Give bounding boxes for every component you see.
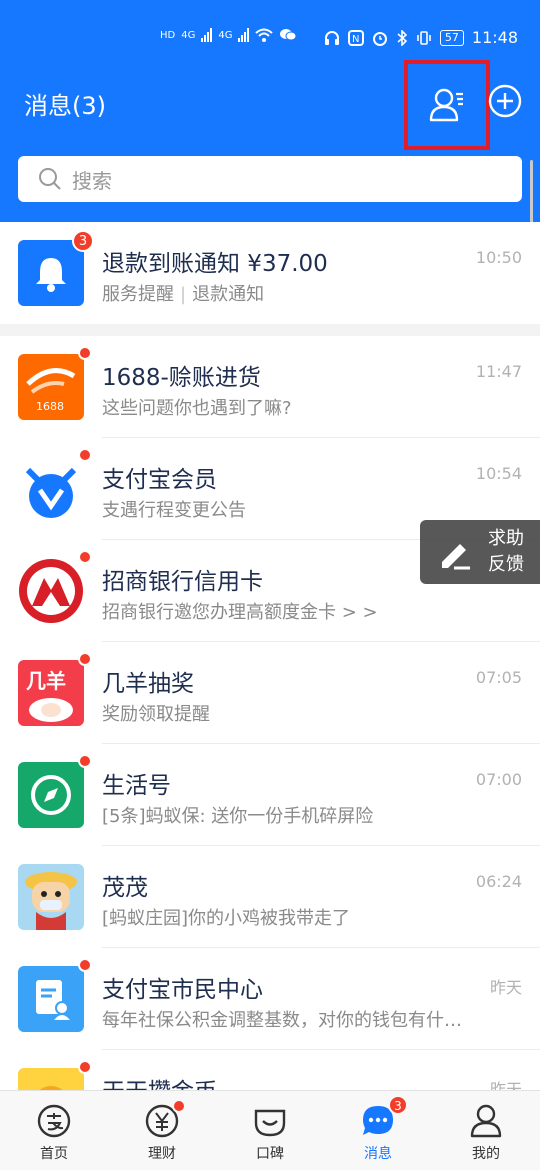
search-input[interactable]: 搜索 bbox=[18, 156, 522, 202]
item-desc: 奖励领取提醒 bbox=[102, 704, 210, 725]
svg-text:N: N bbox=[352, 34, 359, 45]
member-icon bbox=[18, 448, 92, 522]
item-time: 昨天 bbox=[489, 1080, 522, 1090]
unread-badge: 3 bbox=[72, 230, 94, 252]
tab-koubei[interactable]: 口碑 bbox=[216, 1091, 324, 1170]
help-feedback-button[interactable]: 求助 反馈 bbox=[420, 520, 540, 584]
person-icon bbox=[468, 1103, 504, 1139]
search-icon bbox=[39, 168, 61, 190]
item-title: 生活号 bbox=[102, 773, 171, 799]
item-title: 支付宝市民中心 bbox=[102, 977, 263, 1003]
tab-mine[interactable]: 我的 bbox=[432, 1091, 540, 1170]
headphones-icon bbox=[324, 30, 339, 45]
contacts-button[interactable] bbox=[404, 60, 490, 150]
item-desc: 服务提醒 | 退款通知 bbox=[102, 284, 265, 305]
unread-dot bbox=[78, 1060, 92, 1074]
item-desc: [5条]蚂蚁保: 送你一份手机碎屏险 bbox=[102, 806, 374, 827]
list-item[interactable]: 天天攒金币 昨天 bbox=[0, 1050, 540, 1090]
item-time: 11:47 bbox=[475, 362, 522, 381]
plus-circle-icon bbox=[488, 84, 522, 118]
item-desc: 每年社保公积金调整基数，对你的钱包有什… bbox=[102, 1010, 462, 1031]
document-icon bbox=[18, 958, 92, 1032]
add-button[interactable] bbox=[488, 84, 522, 118]
nfc-icon: N bbox=[347, 29, 364, 46]
header-bar: HD 4G 4G N 57 11:48 消息(3) 搜索 bbox=[0, 0, 540, 222]
unread-dot bbox=[78, 958, 92, 972]
item-time: 07:05 bbox=[475, 668, 522, 687]
edit-icon bbox=[442, 544, 470, 570]
unread-dot bbox=[78, 550, 92, 564]
list-item-refund[interactable]: 3 退款到账通知 ¥37.00 服务提醒 | 退款通知 10:50 bbox=[0, 222, 540, 324]
bell-icon: 3 bbox=[18, 230, 94, 306]
message-list: 1688 1688-赊账进货 这些问题你也遇到了嘛? 11:47 支付宝会员 支… bbox=[0, 336, 540, 1090]
bluetooth-icon bbox=[397, 29, 408, 46]
battery-level: 57 bbox=[439, 29, 464, 46]
tab-messages[interactable]: 3 消息 bbox=[324, 1091, 432, 1170]
lte-label: 4G bbox=[181, 29, 196, 41]
bottom-tab-bar: 首页 理财 口碑 3 消息 我的 bbox=[0, 1090, 540, 1170]
item-desc: 这些问题你也遇到了嘛? bbox=[102, 398, 292, 419]
list-item[interactable]: 几羊 几羊抽奖 奖励领取提醒 07:05 bbox=[0, 642, 540, 744]
koubei-icon bbox=[252, 1103, 288, 1139]
svg-text:几羊: 几羊 bbox=[26, 669, 66, 693]
system-status: N 57 11:48 bbox=[324, 28, 518, 47]
list-item[interactable]: 茂茂 [蚂蚁庄园]你的小鸡被我带走了 06:24 bbox=[0, 846, 540, 948]
compass-icon bbox=[18, 754, 92, 828]
list-item[interactable]: 生活号 [5条]蚂蚁保: 送你一份手机碎屏险 07:00 bbox=[0, 744, 540, 846]
chat-icon: 3 bbox=[360, 1095, 408, 1139]
coin-icon bbox=[18, 1060, 92, 1090]
item-title: 1688-赊账进货 bbox=[102, 365, 261, 391]
unread-dot bbox=[78, 346, 92, 360]
unread-dot bbox=[78, 754, 92, 768]
item-title: 天天攒金币 bbox=[102, 1072, 217, 1090]
tab-home[interactable]: 首页 bbox=[0, 1091, 108, 1170]
item-time: 07:00 bbox=[475, 770, 522, 789]
item-time: 10:54 bbox=[475, 464, 522, 483]
user-avatar bbox=[18, 864, 84, 930]
unread-dot bbox=[172, 1099, 186, 1113]
signal-icon-2 bbox=[238, 28, 250, 42]
item-desc: 招商银行邀您办理高额度金卡 > > bbox=[102, 602, 378, 623]
item-time: 10:50 bbox=[475, 248, 522, 267]
alipay-icon bbox=[36, 1103, 72, 1139]
item-time: 06:24 bbox=[475, 872, 522, 891]
item-desc: [蚂蚁庄园]你的小鸡被我带走了 bbox=[102, 908, 351, 929]
search-placeholder: 搜索 bbox=[72, 168, 112, 193]
item-desc: 支遇行程变更公告 bbox=[102, 500, 246, 521]
item-title: 支付宝会员 bbox=[102, 467, 217, 493]
unread-dot bbox=[78, 652, 92, 666]
item-time: 昨天 bbox=[489, 978, 522, 997]
page-title: 消息(3) bbox=[24, 92, 106, 120]
feedback-label: 求助 反馈 bbox=[488, 528, 524, 575]
item-title: 招商银行信用卡 bbox=[102, 569, 263, 595]
tab-wealth[interactable]: 理财 bbox=[108, 1091, 216, 1170]
lte-label-2: 4G bbox=[218, 29, 233, 41]
vibrate-icon bbox=[417, 30, 431, 45]
alarm-icon bbox=[372, 31, 387, 46]
1688-logo: 1688 bbox=[18, 346, 92, 420]
item-title: 茂茂 bbox=[102, 875, 148, 901]
contacts-icon bbox=[429, 88, 463, 122]
network-indicators: HD 4G 4G bbox=[160, 28, 297, 42]
signal-icon bbox=[201, 28, 213, 42]
item-title: 几羊抽奖 bbox=[102, 671, 194, 697]
item-title: 退款到账通知 ¥37.00 bbox=[102, 251, 328, 277]
unread-dot bbox=[78, 448, 92, 462]
sheep-logo: 几羊 bbox=[18, 652, 92, 726]
svg-text:1688: 1688 bbox=[36, 400, 64, 413]
wifi-icon bbox=[255, 28, 274, 42]
cmb-logo bbox=[18, 550, 92, 624]
list-item[interactable]: 1688 1688-赊账进货 这些问题你也遇到了嘛? 11:47 bbox=[0, 336, 540, 438]
yen-icon bbox=[144, 1099, 186, 1139]
unread-badge: 3 bbox=[388, 1095, 408, 1115]
clock: 11:48 bbox=[471, 28, 518, 47]
pinned-card: 3 退款到账通知 ¥37.00 服务提醒 | 退款通知 10:50 bbox=[0, 222, 540, 324]
status-bar: HD 4G 4G N 57 11:48 bbox=[0, 22, 540, 58]
list-item[interactable]: 支付宝市民中心 每年社保公积金调整基数，对你的钱包有什… 昨天 bbox=[0, 948, 540, 1050]
wechat-icon bbox=[280, 29, 297, 41]
hd-badge: HD bbox=[160, 29, 176, 41]
